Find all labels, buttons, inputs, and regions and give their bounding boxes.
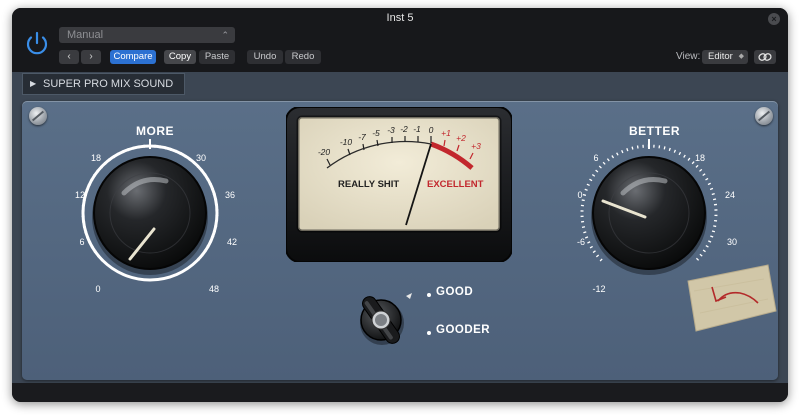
redo-button[interactable]: Redo xyxy=(285,50,321,64)
screw-icon xyxy=(29,107,47,125)
meter-scale-label: -5 xyxy=(372,128,380,138)
meter-scale-label: -10 xyxy=(340,137,353,147)
meter-scale-label: +2 xyxy=(456,133,466,143)
more-knob[interactable] xyxy=(72,135,228,291)
link-button[interactable] xyxy=(754,50,776,64)
window-title: Inst 5 xyxy=(386,12,414,24)
plugin-window: Inst 5 × Manual ⌃ ‹ › Compare Copy Paste… xyxy=(12,8,788,402)
vu-meter: -20 -10 -7 -5 -3 -2 -1 0 +1 +2 +3 REALLY… xyxy=(286,107,512,262)
chevron-updown-icon: ⌃ xyxy=(221,30,229,40)
undo-button[interactable]: Undo xyxy=(247,50,283,64)
title-bar: Inst 5 × Manual ⌃ ‹ › Compare Copy Paste… xyxy=(12,8,788,72)
preset-dropdown[interactable]: Manual ⌃ xyxy=(59,27,235,43)
copy-button[interactable]: Copy xyxy=(164,50,196,64)
view-label: View: xyxy=(676,51,701,62)
screw-icon xyxy=(755,107,773,125)
power-icon[interactable] xyxy=(22,29,52,59)
next-preset-button[interactable]: › xyxy=(81,50,101,64)
plugin-panel: MORE 0 6 12 18 30 36 42 48 -20 -10 -7 -5… xyxy=(22,101,778,380)
close-icon[interactable]: × xyxy=(768,13,780,25)
meter-scale-label: 0 xyxy=(429,125,434,135)
paste-button[interactable]: Paste xyxy=(199,50,235,64)
disclosure-triangle-icon: ▶ xyxy=(30,79,37,88)
compare-button[interactable]: Compare xyxy=(110,50,156,64)
masking-tape-note xyxy=(687,264,777,332)
view-dropdown[interactable]: Editor ◆ xyxy=(702,50,748,64)
previous-preset-button[interactable]: ‹ xyxy=(59,50,79,64)
good-indicator-dot xyxy=(427,293,431,297)
preset-section-title: SUPER PRO MIX SOUND xyxy=(43,78,174,90)
good-gooder-switch[interactable] xyxy=(348,287,414,353)
gooder-indicator-dot xyxy=(427,331,431,335)
bottom-bar xyxy=(12,383,788,402)
link-icon xyxy=(758,53,772,61)
meter-scale-label: +1 xyxy=(441,128,451,138)
switch-option-gooder[interactable]: GOODER xyxy=(436,324,490,336)
chevron-updown-icon: ◆ xyxy=(738,53,744,60)
meter-scale-label: -1 xyxy=(413,124,421,134)
meter-scale-label: -3 xyxy=(387,125,395,135)
switch-option-good[interactable]: GOOD xyxy=(436,286,473,298)
meter-label-left: REALLY SHIT xyxy=(338,179,399,190)
meter-label-right: EXCELLENT xyxy=(427,179,484,190)
meter-scale-label: -7 xyxy=(358,132,366,142)
preset-section-header[interactable]: ▶ SUPER PRO MIX SOUND xyxy=(22,73,185,95)
meter-scale-label: +3 xyxy=(471,141,481,151)
meter-scale-label: -20 xyxy=(318,147,331,157)
preset-dropdown-value: Manual xyxy=(67,29,104,41)
meter-scale-label: -2 xyxy=(400,124,408,134)
view-dropdown-value: Editor xyxy=(708,51,733,62)
plugin-area: ▶ SUPER PRO MIX SOUND MORE 0 6 12 18 30 … xyxy=(12,72,788,383)
